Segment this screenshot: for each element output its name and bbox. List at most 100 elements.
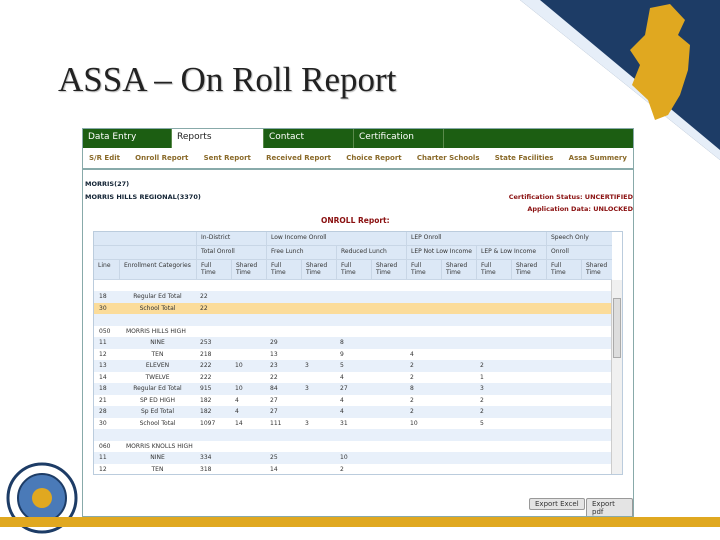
row-value: 9 bbox=[340, 350, 344, 358]
table-row[interactable]: 30 School Total 1097 14 111 3 31 10 5 bbox=[94, 418, 612, 430]
row-value: 218 bbox=[200, 350, 212, 358]
row-value: 25 bbox=[270, 454, 278, 461]
row-value: 3 bbox=[305, 385, 309, 392]
subnav-link[interactable]: Sent Report bbox=[204, 154, 251, 162]
header-subgroup: Reduced Lunch bbox=[336, 246, 391, 259]
onroll-table: In-District Low Income Onroll LEP Onroll Sp… bbox=[93, 231, 623, 475]
header-shared-time: Shared Time bbox=[371, 260, 406, 279]
header-row-3: Line Enrollment Categories Full Time Shared… bbox=[94, 260, 612, 280]
row-category: TEN bbox=[151, 350, 164, 358]
report-subnav: S/R Edit Onroll Report Sent Report Received… bbox=[83, 148, 633, 170]
export-pdf-button[interactable]: Export pdf bbox=[586, 498, 633, 516]
row-value: 5 bbox=[480, 419, 484, 427]
header-full-time: Full Time bbox=[476, 260, 511, 279]
row-value: 14 bbox=[270, 465, 278, 473]
header-subgroup: Total Onroll bbox=[196, 246, 239, 259]
row-category: School Total bbox=[139, 304, 176, 312]
row-value: 10 bbox=[235, 385, 243, 392]
subnav-link[interactable]: Received Report bbox=[266, 154, 331, 162]
row-value: 915 bbox=[200, 385, 212, 392]
header-group: LEP Onroll bbox=[406, 232, 446, 245]
application-data-status: Application Data: UNLOCKED bbox=[527, 205, 633, 213]
row-value: 334 bbox=[200, 454, 212, 461]
table-row[interactable]: 21 SP ED HIGH 182 4 27 4 2 2 bbox=[94, 395, 612, 407]
header-full-time: Full Time bbox=[406, 260, 441, 279]
header-subgroup: Onroll bbox=[546, 246, 573, 259]
row-value: 4 bbox=[340, 396, 344, 404]
tab-certification[interactable]: Certification bbox=[354, 129, 444, 148]
table-row[interactable]: 30 School Total 22 bbox=[94, 302, 612, 314]
school-header-row[interactable]: 050 MORRIS HILLS HIGH bbox=[94, 326, 612, 338]
subnav-link[interactable]: Onroll Report bbox=[135, 154, 188, 162]
row-category: Regular Ed Total bbox=[133, 385, 182, 392]
county-label: MORRIS(27) bbox=[85, 180, 130, 188]
row-value: 14 bbox=[235, 419, 243, 427]
row-value: 29 bbox=[270, 339, 278, 346]
table-row[interactable]: 18 Regular Ed Total 22 bbox=[94, 291, 612, 303]
table-row[interactable] bbox=[94, 314, 612, 326]
row-value: 182 bbox=[200, 408, 212, 415]
tab-contact[interactable]: Contact bbox=[264, 129, 354, 148]
row-line: 11 bbox=[99, 454, 107, 461]
row-value: 22 bbox=[200, 293, 208, 300]
header-shared-time: Shared Time bbox=[441, 260, 476, 279]
district-label: MORRIS HILLS REGIONAL(3370) bbox=[85, 193, 201, 201]
table-row[interactable]: 13 ELEVEN 222 10 23 3 5 2 2 bbox=[94, 360, 612, 372]
row-category: MORRIS KNOLLS HIGH bbox=[126, 442, 193, 450]
export-excel-button[interactable]: Export Excel bbox=[529, 498, 585, 510]
table-row[interactable]: 18 Regular Ed Total 915 10 84 3 27 8 3 bbox=[94, 383, 612, 395]
header-subgroup: LEP & Low Income bbox=[476, 246, 540, 259]
tab-reports[interactable]: Reports bbox=[172, 129, 264, 148]
row-value: 2 bbox=[410, 396, 414, 404]
row-value: 27 bbox=[340, 385, 348, 392]
row-value: 2 bbox=[340, 465, 344, 473]
row-value: 253 bbox=[200, 339, 212, 346]
row-value: 2 bbox=[480, 396, 484, 404]
row-value: 1 bbox=[480, 373, 484, 381]
app-screenshot: Data Entry Reports Contact Certification… bbox=[82, 128, 634, 517]
row-value: 2 bbox=[480, 408, 484, 415]
scrollbar-thumb[interactable] bbox=[613, 298, 621, 358]
subnav-link[interactable]: Assa Summery bbox=[569, 154, 627, 162]
subnav-link[interactable]: Choice Report bbox=[346, 154, 401, 162]
row-value: 2 bbox=[410, 408, 414, 415]
row-line: 14 bbox=[99, 373, 107, 381]
row-value: 4 bbox=[340, 408, 344, 415]
row-value: 318 bbox=[200, 465, 212, 473]
row-line: 30 bbox=[99, 419, 107, 427]
row-value: 22 bbox=[270, 373, 278, 381]
row-line: 18 bbox=[99, 293, 107, 300]
school-header-row[interactable]: 060 MORRIS KNOLLS HIGH bbox=[94, 441, 612, 453]
table-row[interactable]: 14 TWELVE 222 22 4 2 1 bbox=[94, 372, 612, 384]
report-title: ONROLL Report: bbox=[321, 216, 390, 225]
row-value: 222 bbox=[200, 373, 212, 381]
row-value: 2 bbox=[480, 362, 484, 369]
row-value: 182 bbox=[200, 396, 212, 404]
subnav-link[interactable]: State Facilities bbox=[495, 154, 554, 162]
table-row[interactable]: 28 Sp Ed Total 182 4 27 4 2 2 bbox=[94, 406, 612, 418]
header-row-2: Total Onroll Free Lunch Reduced Lunch LEP N… bbox=[94, 246, 612, 260]
row-category: NINE bbox=[150, 339, 165, 346]
table-row[interactable] bbox=[94, 429, 612, 441]
table-row[interactable]: 12 TEN 318 14 2 bbox=[94, 464, 612, 475]
row-category: ELEVEN bbox=[145, 362, 170, 369]
row-value: 4 bbox=[235, 408, 239, 415]
row-value: 4 bbox=[340, 373, 344, 381]
row-category: TWELVE bbox=[145, 373, 170, 381]
row-value: 10 bbox=[235, 362, 243, 369]
table-scrollbar[interactable] bbox=[611, 280, 622, 474]
row-line: 060 bbox=[99, 442, 111, 450]
subnav-link[interactable]: S/R Edit bbox=[89, 154, 120, 162]
header-shared-time: Shared Time bbox=[231, 260, 266, 279]
row-category: SP ED HIGH bbox=[139, 396, 176, 404]
row-value: 1097 bbox=[200, 419, 216, 427]
tab-data-entry[interactable]: Data Entry bbox=[83, 129, 172, 148]
subnav-link[interactable]: Charter Schools bbox=[417, 154, 480, 162]
table-row[interactable]: 11 NINE 253 29 8 bbox=[94, 337, 612, 349]
row-value: 3 bbox=[305, 419, 309, 427]
row-category: Sp Ed Total bbox=[140, 408, 175, 415]
main-tabs: Data Entry Reports Contact Certification bbox=[83, 129, 633, 148]
table-row[interactable]: 12 TEN 218 13 9 4 bbox=[94, 349, 612, 361]
header-full-time: Full Time bbox=[266, 260, 301, 279]
table-row[interactable]: 11 NINE 334 25 10 bbox=[94, 452, 612, 464]
